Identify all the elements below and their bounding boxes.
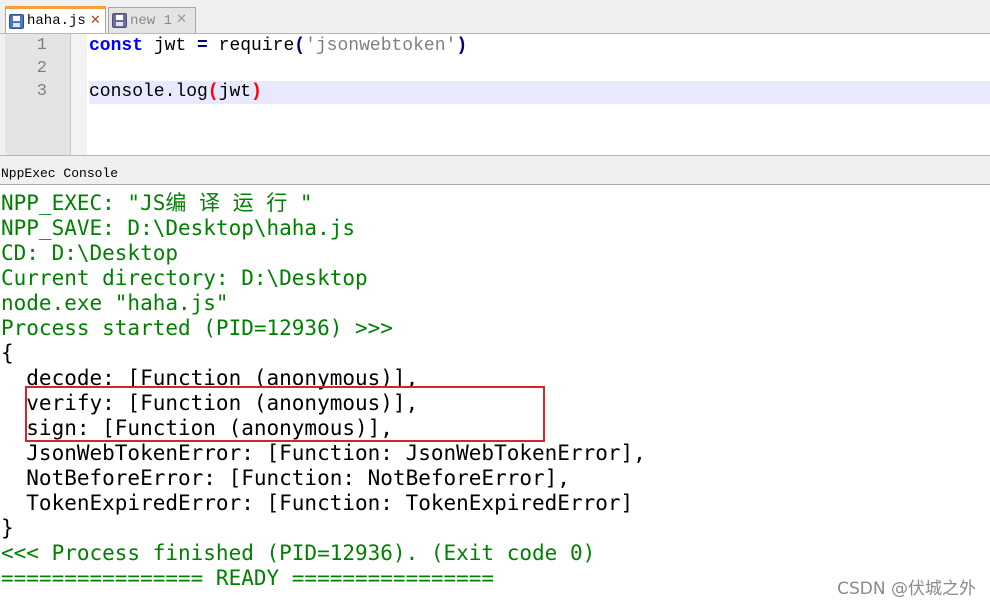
console-line: Process started (PID=12936) >>>: [1, 316, 393, 340]
identifier: jwt: [218, 82, 252, 102]
watermark: CSDN @伏城之外: [837, 579, 976, 599]
console-line: NPP_SAVE: D:\Desktop\haha.js: [1, 216, 356, 240]
code-editor[interactable]: 1 2 3 const jwt = require('jsonwebtoken'…: [5, 34, 990, 155]
paren: ): [456, 36, 468, 56]
save-status-icon: [9, 13, 24, 29]
brace-match-paren: (: [207, 82, 219, 102]
keyword: const: [89, 36, 144, 56]
console-line: {: [1, 341, 14, 365]
line-number: 2: [36, 59, 47, 78]
identifier: jwt: [143, 36, 198, 56]
brace-match-paren: ): [251, 82, 262, 102]
paren: (: [294, 36, 306, 56]
console-line: node.exe "haha.js": [1, 291, 229, 315]
code-line-3[interactable]: console.log(jwt): [89, 81, 262, 104]
function-name: console.log: [89, 82, 208, 102]
save-status-icon: [112, 13, 127, 28]
fold-margin: [71, 34, 87, 155]
console-line: TokenExpiredError: [Function: TokenExpir…: [1, 491, 634, 515]
tab-label: new 1: [130, 12, 173, 29]
tab-bar: haha.js ✕ new 1 ✕: [0, 0, 990, 34]
tab-label: haha.js: [27, 13, 86, 29]
line-number: 3: [36, 82, 47, 101]
close-icon[interactable]: ✕: [175, 13, 188, 27]
console-line: CD: D:\Desktop: [1, 241, 179, 265]
console-line: JsonWebTokenError: [Function: JsonWebTok…: [1, 441, 646, 465]
console-line: <<< Process finished (PID=12936). (Exit …: [1, 541, 596, 565]
tab-new-1[interactable]: new 1 ✕: [108, 7, 196, 33]
splitter[interactable]: [0, 155, 990, 163]
code-line-1[interactable]: const jwt = require('jsonwebtoken'): [89, 35, 467, 58]
tab-haha-js[interactable]: haha.js ✕: [5, 6, 106, 33]
console-line: NPP_EXEC: "JS编 译 运 行 ": [1, 191, 313, 215]
console-line: NotBeforeError: [Function: NotBeforeErro…: [1, 466, 570, 490]
console-line: }: [1, 516, 14, 540]
annotation-highlight-box: [25, 386, 545, 442]
function-name: require: [207, 36, 295, 56]
operator: =: [197, 36, 208, 56]
console-line: Current directory: D:\Desktop: [1, 266, 368, 290]
console-title: NppExec Console: [0, 163, 990, 185]
line-number: 1: [36, 36, 47, 55]
console-line: ================ READY ================: [1, 566, 495, 590]
line-number-gutter: 1 2 3: [5, 34, 71, 155]
close-icon[interactable]: ✕: [89, 14, 102, 28]
string-literal: 'jsonwebtoken': [305, 36, 457, 56]
